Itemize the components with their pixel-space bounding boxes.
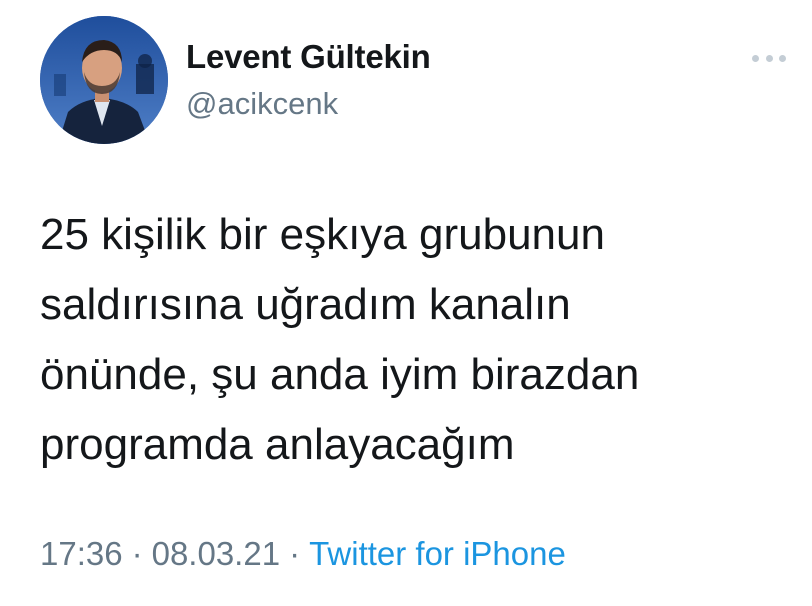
tweet-time[interactable]: 17:36: [40, 535, 123, 572]
tweet-text-line: önünde, şu anda iyim birazdan: [40, 350, 640, 399]
more-horizontal-icon: [765, 54, 773, 62]
author-handle[interactable]: @acikcenk: [186, 86, 338, 122]
tweet-source-link[interactable]: Twitter for iPhone: [309, 535, 566, 572]
tweet-card: Levent Gültekin @acikcenk 25 kişilik bir…: [0, 0, 812, 606]
author-display-name[interactable]: Levent Gültekin: [186, 38, 431, 76]
tweet-text: 25 kişilik bir eşkıya grubunun saldırısı…: [40, 200, 780, 480]
meta-separator: ·: [289, 535, 301, 572]
avatar[interactable]: [40, 16, 168, 144]
more-options-button[interactable]: [752, 48, 786, 68]
tweet-date[interactable]: 08.03.21: [152, 535, 280, 572]
more-horizontal-icon: [779, 54, 786, 62]
tweet-text-line: programda anlayacağım: [40, 420, 515, 469]
meta-separator: ·: [131, 535, 143, 572]
more-horizontal-icon: [752, 54, 759, 62]
tweet-text-line: 25 kişilik bir eşkıya grubunun: [40, 210, 605, 259]
tweet-meta: 17:36 · 08.03.21 · Twitter for iPhone: [40, 535, 566, 573]
tweet-text-line: saldırısına uğradım kanalın: [40, 280, 571, 329]
